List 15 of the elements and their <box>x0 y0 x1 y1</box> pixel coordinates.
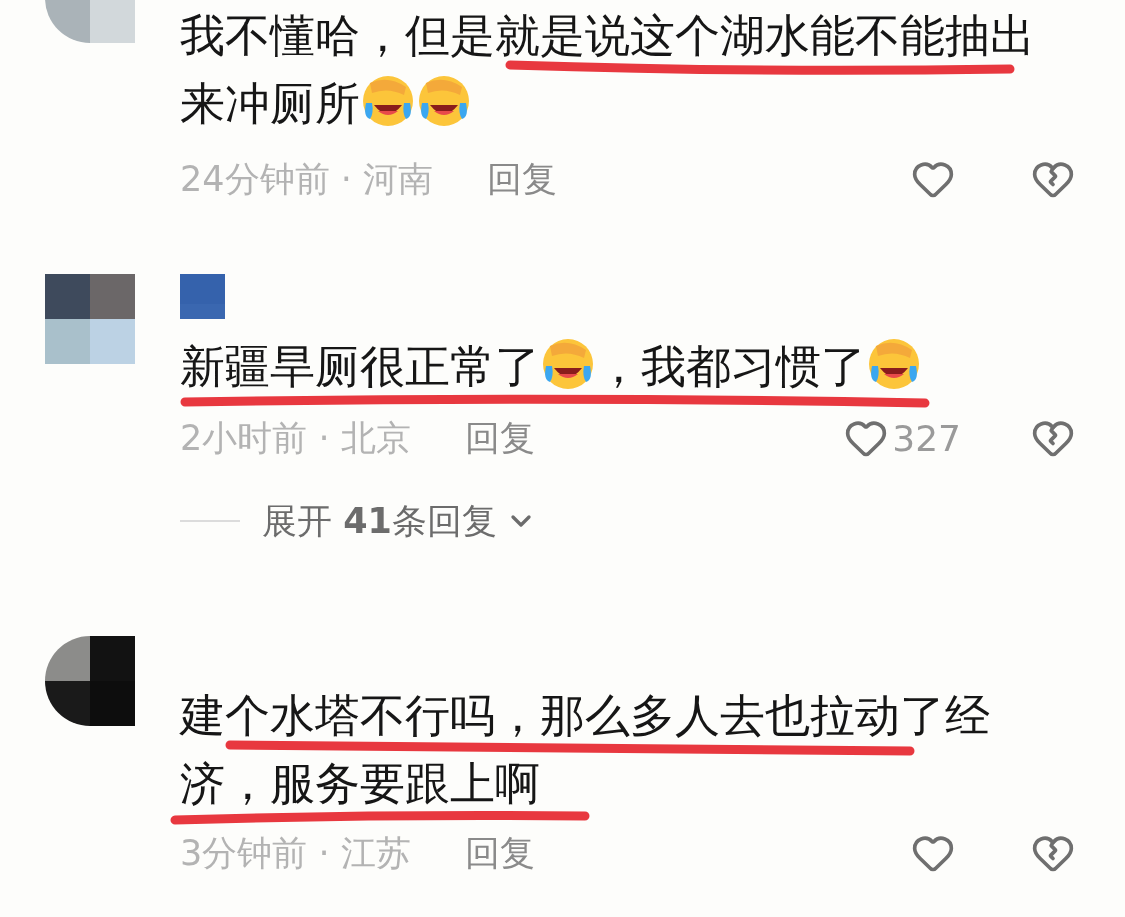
like-count: 327 <box>892 417 961 459</box>
reply-link[interactable]: 回复 <box>464 829 535 877</box>
laughing-face-icon <box>360 73 416 129</box>
comment-time: 24分钟前 · 河南 <box>180 157 433 201</box>
comment-time: 3分钟前 · 江苏 <box>180 831 411 875</box>
comment-text: 新疆旱厕很正常了 ，我都习惯了 <box>180 333 1042 401</box>
expand-replies-button[interactable]: 展开 41条回复 <box>262 497 537 545</box>
laughing-face-icon <box>866 336 922 392</box>
laughing-face-icon <box>416 73 472 129</box>
comment-text: 我不懂哈，但是就是说这个湖水能不能抽出来冲厕所 <box>180 8 1036 132</box>
laughing-face-icon <box>540 336 596 392</box>
comment-time: 2小时前 · 北京 <box>180 416 411 460</box>
comment-text: 建个水塔不行吗，那么多人去也拉动了经济，服务要跟上啊 <box>180 682 1042 818</box>
reply-link[interactable]: 回复 <box>464 414 535 462</box>
reply-link[interactable]: 回复 <box>486 155 557 203</box>
